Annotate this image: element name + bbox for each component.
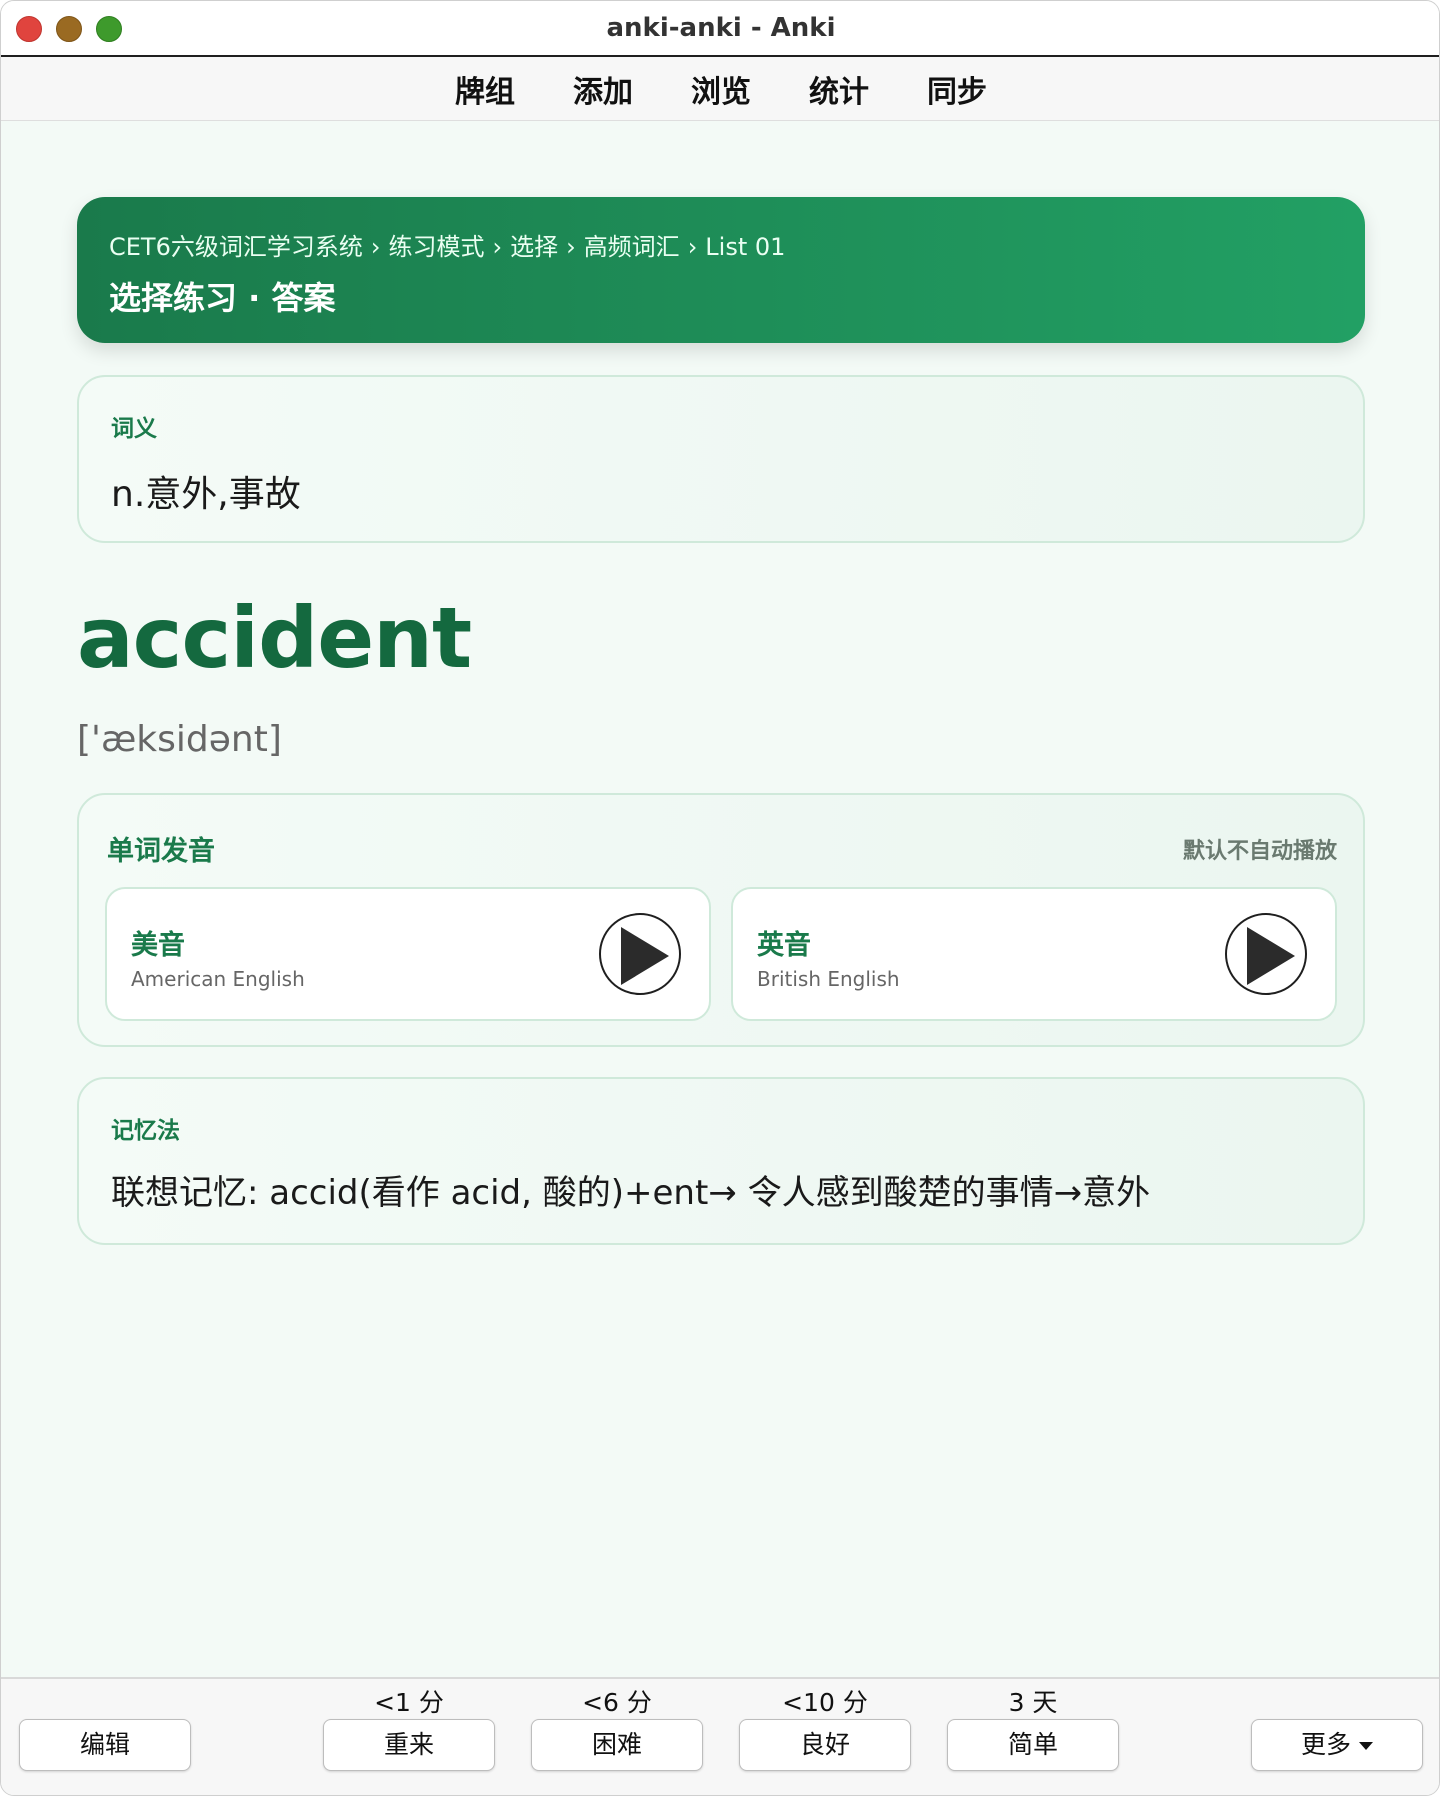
british-audio-button[interactable]: 英音 British English [731, 887, 1337, 1021]
good-button[interactable]: 良好 [739, 1719, 911, 1771]
breadcrumb-item: CET6六级词汇学习系统 [109, 233, 363, 261]
toolbar-decks[interactable]: 牌组 [455, 67, 515, 111]
main-toolbar: 牌组 添加 浏览 统计 同步 [1, 57, 1439, 121]
breadcrumb-item: 高频词汇 [583, 233, 680, 261]
toolbar-browse[interactable]: 浏览 [691, 67, 751, 111]
audio-subtitle: British English [757, 967, 900, 991]
meaning-text: n.意外,事故 [111, 474, 301, 515]
mnemonic-card: 记忆法 联想记忆: accid(看作 acid, 酸的)+ent→ 令人感到酸楚… [77, 1077, 1365, 1245]
more-button[interactable]: 更多 [1251, 1719, 1423, 1771]
pronunciation-card: 单词发音 默认不自动播放 美音 American English 英音 Brit… [77, 793, 1365, 1047]
mnemonic-label: 记忆法 [111, 1118, 180, 1144]
play-icon[interactable] [1225, 913, 1307, 995]
breadcrumb-item: 练习模式 [388, 233, 485, 261]
edit-button[interactable]: 编辑 [19, 1719, 191, 1771]
window-title: anki-anki - Anki [606, 13, 836, 43]
breadcrumb-item: List 01 [705, 233, 786, 261]
breadcrumb-separator: › [370, 233, 381, 261]
phonetic: ['æksidənt] [77, 719, 282, 760]
play-icon[interactable] [599, 913, 681, 995]
hard-interval: <6 分 [582, 1688, 652, 1717]
hard-button[interactable]: 困难 [531, 1719, 703, 1771]
autoplay-note: 默认不自动播放 [1182, 839, 1337, 864]
breadcrumb-separator: › [566, 233, 576, 261]
card-header: CET6六级词汇学习系统 › 练习模式 › 选择 › 高频词汇 › List 01 选择练习 ·… [77, 197, 1365, 343]
caret-down-icon [1359, 1742, 1373, 1750]
toolbar-sync[interactable]: 同步 [927, 67, 987, 111]
breadcrumb-separator: › [492, 233, 503, 261]
pronunciation-label: 单词发音 [107, 836, 215, 867]
more-label: 更多 [1300, 1730, 1351, 1759]
anki-window: anki-anki - Anki 牌组 添加 浏览 统计 同步 CET6六级词汇… [0, 0, 1440, 1796]
easy-interval: 3 天 [1008, 1688, 1058, 1717]
audio-subtitle: American English [131, 967, 305, 991]
breadcrumb: CET6六级词汇学习系统 › 练习模式 › 选择 › 高频词汇 › List 01 [109, 227, 785, 262]
meaning-label: 词义 [111, 416, 157, 442]
breadcrumb-item: 选择 [510, 233, 559, 261]
easy-button[interactable]: 简单 [947, 1719, 1119, 1771]
meaning-card: 词义 n.意外,事故 [77, 375, 1365, 543]
page-title: 选择练习 · 答案 [109, 279, 336, 317]
american-audio-button[interactable]: 美音 American English [105, 887, 711, 1021]
again-button[interactable]: 重来 [323, 1719, 495, 1771]
mnemonic-text: 联想记忆: accid(看作 acid, 酸的)+ent→ 令人感到酸楚的事情→… [111, 1173, 1151, 1213]
good-interval: <10 分 [782, 1688, 868, 1717]
audio-name: 英音 [757, 930, 811, 961]
toolbar-add[interactable]: 添加 [573, 67, 633, 111]
title-bar: anki-anki - Anki [1, 1, 1439, 57]
again-interval: <1 分 [374, 1688, 444, 1717]
vocab-word: accident [77, 589, 472, 687]
toolbar-stats[interactable]: 统计 [809, 67, 869, 111]
breadcrumb-separator: › [687, 233, 698, 261]
audio-name: 美音 [131, 930, 185, 961]
review-bottom-bar: 编辑 <1 分 重来 <6 分 困难 <10 分 良好 3 天 简单 更多 [1, 1677, 1439, 1795]
